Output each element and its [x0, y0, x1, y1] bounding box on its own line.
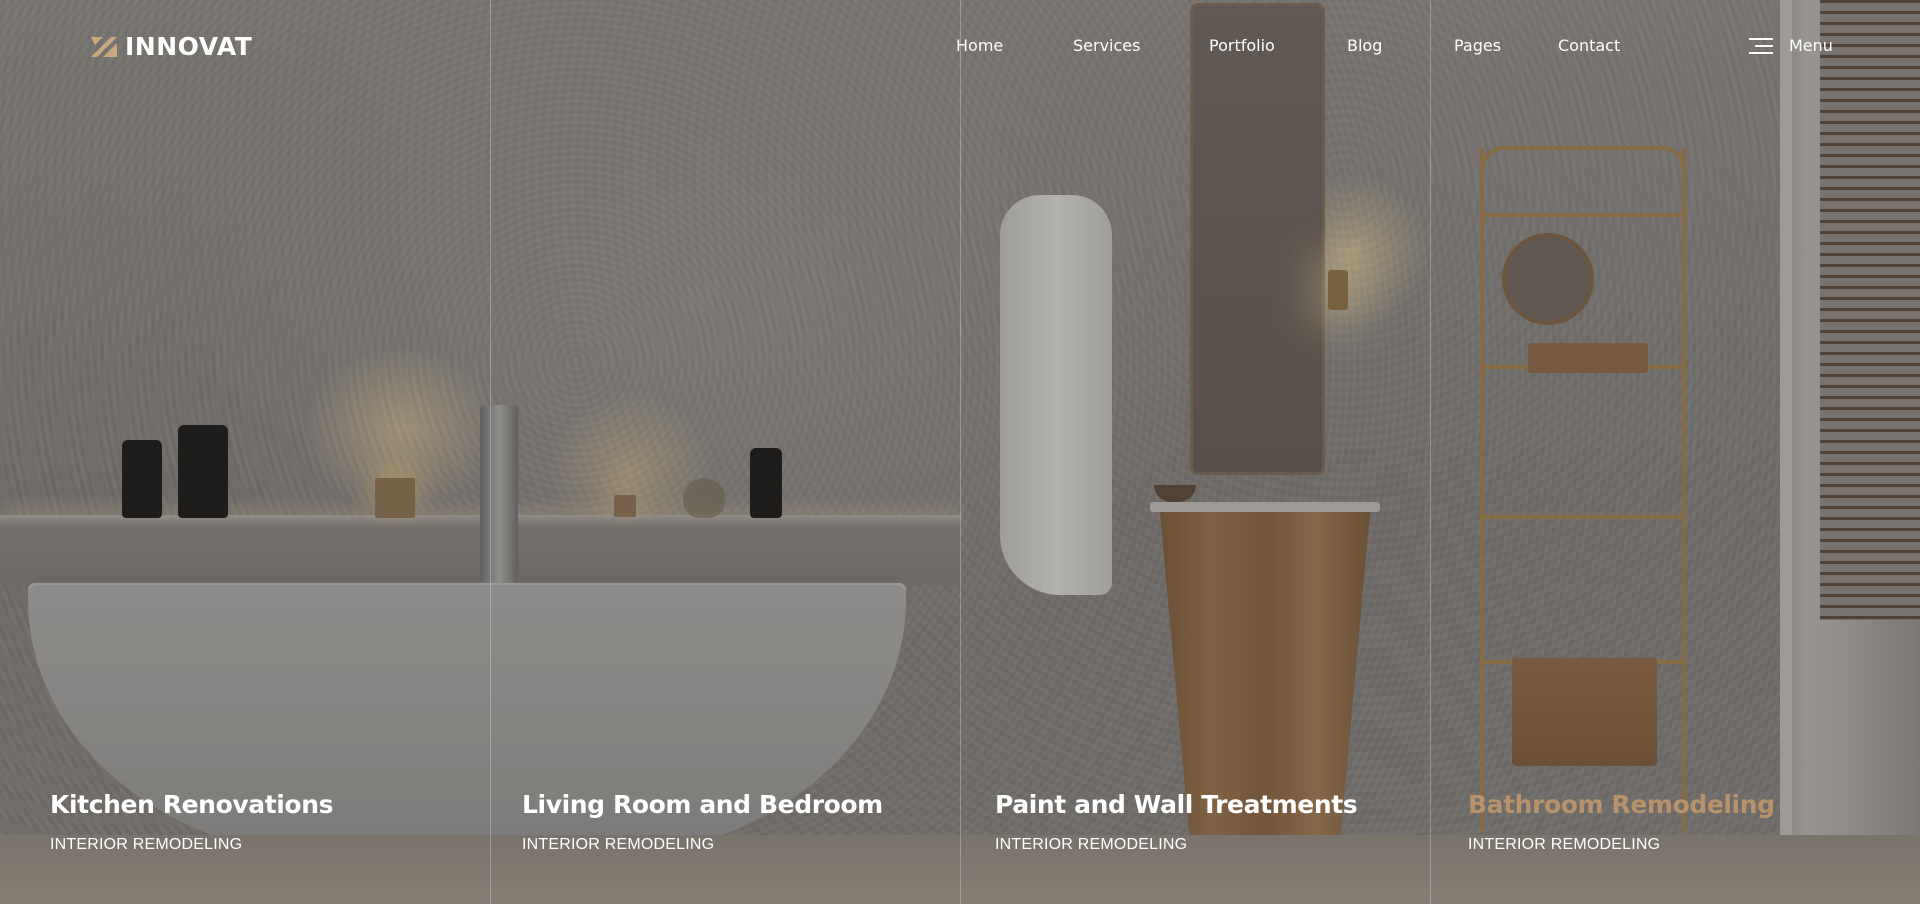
nav-blog[interactable]: Blog [1347, 36, 1382, 55]
menu-label: Menu [1789, 36, 1833, 55]
nav-contact[interactable]: Contact [1558, 36, 1620, 55]
main-nav: Home Services Portfolio Blog Pages Conta… [0, 36, 1920, 60]
card-category: INTERIOR REMODELING [1468, 836, 1661, 853]
card-title: Paint and Wall Treatments [995, 790, 1358, 819]
nav-home[interactable]: Home [956, 36, 1003, 55]
portfolio-card-kitchen[interactable]: Kitchen Renovations INTERIOR REMODELING [50, 790, 490, 854]
card-title: Bathroom Remodeling [1468, 790, 1775, 819]
column-divider [490, 0, 491, 904]
column-divider [1430, 0, 1431, 904]
card-category: INTERIOR REMODELING [50, 836, 243, 853]
portfolio-card-living-room[interactable]: Living Room and Bedroom INTERIOR REMODEL… [522, 790, 962, 854]
menu-button[interactable]: Menu [1749, 36, 1833, 55]
portfolio-card-bathroom[interactable]: Bathroom Remodeling INTERIOR REMODELING [1468, 790, 1908, 854]
column-divider [960, 0, 961, 904]
card-title: Living Room and Bedroom [522, 790, 883, 819]
card-title: Kitchen Renovations [50, 790, 334, 819]
card-category: INTERIOR REMODELING [522, 836, 715, 853]
portfolio-card-paint-wall[interactable]: Paint and Wall Treatments INTERIOR REMOD… [995, 790, 1435, 854]
nav-portfolio[interactable]: Portfolio [1209, 36, 1275, 55]
nav-services[interactable]: Services [1073, 36, 1140, 55]
card-category: INTERIOR REMODELING [995, 836, 1188, 853]
nav-pages[interactable]: Pages [1454, 36, 1501, 55]
site-header: INNOVAT Home Services Portfolio Blog Pag… [0, 0, 1920, 94]
hamburger-menu-icon [1749, 37, 1773, 54]
